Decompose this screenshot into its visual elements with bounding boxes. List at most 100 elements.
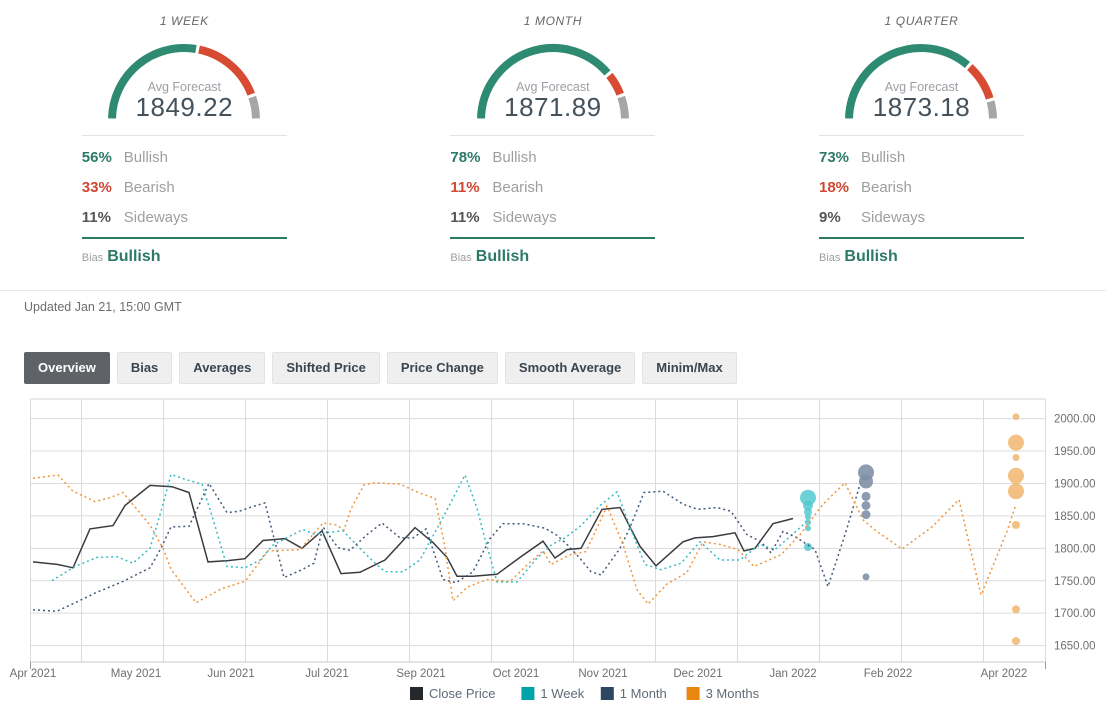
bias-row: Bias Bullish [82,248,287,266]
legend-item-1-month[interactable]: 1 Month [601,686,667,701]
stat-label: Bullish [124,149,168,166]
forecast-poll-widget: 1 WEEKAvg Forecast1849.2256%Bullish33%Be… [0,0,1106,715]
svg-text:Jun 2021: Jun 2021 [207,668,254,680]
y-axis-labels: 2000.001950.001900.001850.001800.001750.… [1054,414,1096,653]
stat-label: Bullish [861,149,905,166]
stat-label: Sideways [492,209,556,226]
tab-price-change[interactable]: Price Change [387,352,498,384]
stat-bearish: 11%Bearish [450,172,655,202]
updated-timestamp: Updated Jan 21, 15:00 GMT [24,300,182,314]
tab-bias[interactable]: Bias [117,352,172,384]
stat-label: Bearish [124,179,175,196]
svg-text:Apr 2021: Apr 2021 [10,668,57,680]
gauge-text: Avg Forecast1849.22 [104,32,264,121]
stat-label: Bearish [861,179,912,196]
sentiment-stats: 73%Bullish18%Bearish9%Sideways [819,142,1024,232]
bias-row: Bias Bullish [819,248,1024,266]
svg-text:Nov 2021: Nov 2021 [578,668,627,680]
forecast-bubbles [1008,413,1024,645]
svg-text:1850.00: 1850.00 [1054,511,1096,523]
forecast-bubbles [800,490,816,551]
avg-forecast-value: 1871.89 [473,94,633,121]
svg-text:May 2021: May 2021 [111,668,162,680]
avg-forecast-gauge: Avg Forecast1871.89 [473,32,633,122]
svg-text:Sep 2021: Sep 2021 [396,668,445,680]
svg-text:2000.00: 2000.00 [1054,414,1096,426]
bias-row: Bias Bullish [450,248,655,266]
section-divider [0,290,1106,291]
gauge-divider [450,135,655,136]
legend-item-close-price[interactable]: Close Price [410,686,495,701]
series-3-months [33,413,1024,645]
bias-underline [82,237,287,239]
panel-period-title: 1 MONTH [524,14,582,28]
sentiment-stats: 78%Bullish11%Bearish11%Sideways [450,142,655,232]
stat-bullish: 73%Bullish [819,142,1024,172]
svg-text:1750.00: 1750.00 [1054,576,1096,588]
svg-text:Close Price: Close Price [429,686,495,701]
stat-label: Bearish [492,179,543,196]
stat-percent: 9% [819,209,861,226]
svg-text:Jul 2021: Jul 2021 [305,668,348,680]
series-1-week [52,474,816,582]
svg-text:1650.00: 1650.00 [1054,641,1096,653]
stat-bullish: 78%Bullish [450,142,655,172]
gauge-text: Avg Forecast1871.89 [473,32,633,121]
avg-forecast-gauge: Avg Forecast1873.18 [841,32,1001,122]
bias-value: Bullish [476,248,529,265]
panel-period-title: 1 WEEK [160,14,209,28]
tab-overview[interactable]: Overview [24,352,110,384]
stat-percent: 11% [450,179,492,196]
tab-shifted-price[interactable]: Shifted Price [272,352,379,384]
stat-percent: 11% [450,209,492,226]
legend-item-3-months[interactable]: 3 Months [687,686,760,701]
stat-sideways: 11%Sideways [82,202,287,232]
x-axis-labels: Apr 2021 May 2021 Jun 2021 Jul 2021 Sep 2021… [10,668,1028,680]
avg-forecast-value: 1849.22 [104,94,264,121]
forecast-panel: 1 WEEKAvg Forecast1849.2256%Bullish33%Be… [0,8,369,266]
avg-forecast-gauge: Avg Forecast1849.22 [104,32,264,122]
stat-percent: 78% [450,149,492,166]
stat-bearish: 33%Bearish [82,172,287,202]
bias-value: Bullish [107,248,160,265]
bias-caption: Bias [82,252,103,264]
chart-legend: Close Price 1 Week 1 Month 3 Months [410,686,760,701]
gauge-divider [819,135,1024,136]
bias-underline [450,237,655,239]
chart-canvas[interactable]: Apr 2021 May 2021 Jun 2021 Jul 2021 Sep 2021… [0,393,1106,715]
forecast-bubbles [858,464,874,580]
bias-underline [819,237,1024,239]
bias-caption: Bias [819,252,840,264]
tab-smooth-average[interactable]: Smooth Average [505,352,635,384]
stat-label: Sideways [124,209,188,226]
stat-percent: 33% [82,179,124,196]
svg-text:1 Week: 1 Week [540,686,584,701]
svg-text:1 Month: 1 Month [620,686,667,701]
legend-item-1-week[interactable]: 1 Week [521,686,584,701]
stat-sideways: 11%Sideways [450,202,655,232]
stat-percent: 18% [819,179,861,196]
series-close-price [33,485,793,576]
tab-averages[interactable]: Averages [179,352,265,384]
svg-text:Jan 2022: Jan 2022 [769,668,816,680]
svg-text:Feb 2022: Feb 2022 [864,668,913,680]
svg-text:1800.00: 1800.00 [1054,543,1096,555]
forecast-chart: Apr 2021 May 2021 Jun 2021 Jul 2021 Sep 2021… [0,393,1106,715]
grid [31,399,1046,669]
bias-value: Bullish [844,248,897,265]
stat-percent: 11% [82,209,124,226]
stat-label: Sideways [861,209,925,226]
sentiment-stats: 56%Bullish33%Bearish11%Sideways [82,142,287,232]
stat-percent: 56% [82,149,124,166]
stat-bullish: 56%Bullish [82,142,287,172]
chart-tabs: OverviewBiasAveragesShifted PricePrice C… [24,352,737,384]
tab-minim-max[interactable]: Minim/Max [642,352,736,384]
avg-forecast-value: 1873.18 [841,94,1001,121]
svg-text:1700.00: 1700.00 [1054,608,1096,620]
forecast-panels: 1 WEEKAvg Forecast1849.2256%Bullish33%Be… [0,0,1106,266]
stat-label: Bullish [492,149,536,166]
bias-caption: Bias [450,252,471,264]
panel-period-title: 1 QUARTER [885,14,959,28]
stat-sideways: 9%Sideways [819,202,1024,232]
forecast-panel: 1 MONTHAvg Forecast1871.8978%Bullish11%B… [369,8,738,266]
